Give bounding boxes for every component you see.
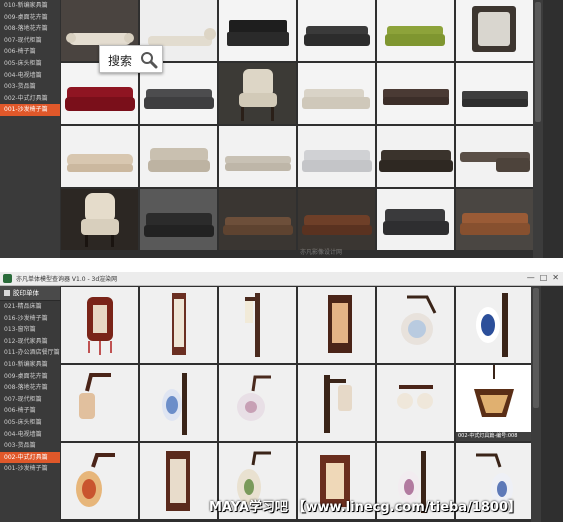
- thumbnail-lamp[interactable]: [456, 287, 533, 363]
- thumbnail-sofa[interactable]: [298, 0, 375, 61]
- sidebar-item-009[interactable]: 009-桌面花卉篇: [0, 12, 60, 24]
- thumbnail-sofa[interactable]: [456, 189, 533, 250]
- category-list: 021-精品床篇 016-沙发椅子篇 013-窗帘篇 012-现代家具篇 011…: [0, 301, 60, 475]
- thumbnail-sofa[interactable]: [456, 0, 533, 61]
- thumbnail-lamp[interactable]: [61, 287, 138, 363]
- window-title: 亦凡单体模型查询器 V1.0 - 3d渲染网: [16, 276, 118, 283]
- thumbnail-lamp[interactable]: [61, 365, 138, 441]
- sidebar-item-003[interactable]: 003-货品篇: [0, 440, 60, 452]
- thumbnail-sofa[interactable]: [456, 63, 533, 124]
- window-controls: — □ ✕: [527, 273, 559, 282]
- sidebar-header: 胶印单体: [0, 286, 60, 301]
- vertical-scrollbar[interactable]: [533, 0, 543, 258]
- sidebar-item-008[interactable]: 008-落地花卉篇: [0, 23, 60, 35]
- thumbnail-sofa[interactable]: [219, 0, 296, 61]
- watermark-brand: MAYA学习吧: [209, 500, 288, 515]
- scrollbar-thumb[interactable]: [535, 2, 541, 122]
- sidebar-item-001[interactable]: 001-沙发椅子篇: [0, 104, 60, 116]
- thumbnail-sofa[interactable]: [219, 189, 296, 250]
- sidebar-item-003[interactable]: 003-货品篇: [0, 81, 60, 93]
- thumbnail-lamp[interactable]: [140, 287, 217, 363]
- thumbnail-lamp[interactable]: [377, 365, 454, 441]
- sidebar-item-012[interactable]: 012-现代家具篇: [0, 336, 60, 348]
- thumbnail-sofa[interactable]: [456, 126, 533, 187]
- category-sidebar: 010-新编家具篇 009-桌面花卉篇 008-落地花卉篇 007-现代柜篇 0…: [0, 0, 60, 258]
- thumbnail-lamp[interactable]: [219, 287, 296, 363]
- thumbnail-lamp[interactable]: [298, 287, 375, 363]
- thumbnail-lamp[interactable]: [377, 287, 454, 363]
- minimize-button[interactable]: —: [527, 273, 535, 282]
- search-button[interactable]: 搜索: [99, 45, 163, 73]
- sidebar-item-010[interactable]: 010-新编家具篇: [0, 0, 60, 12]
- image-watermark: 亦凡影像设计网: [300, 249, 343, 256]
- scrollbar-thumb[interactable]: [533, 288, 539, 408]
- selected-item-caption: 002-中式灯具篇-编号:008: [456, 432, 533, 441]
- vertical-scrollbar[interactable]: [531, 286, 541, 522]
- sidebar-item-001[interactable]: 001-沙发椅子篇: [0, 463, 60, 475]
- sidebar-item-009[interactable]: 009-桌面花卉篇: [0, 371, 60, 383]
- sidebar-item-008[interactable]: 008-落地花卉篇: [0, 382, 60, 394]
- window-titlebar: 亦凡单体模型查询器 V1.0 - 3d渲染网 — □ ✕: [0, 272, 563, 286]
- category-sidebar: 胶印单体 021-精品床篇 016-沙发椅子篇 013-窗帘篇 012-现代家具…: [0, 286, 60, 522]
- top-screenshot-panel: 010-新编家具篇 009-桌面花卉篇 008-落地花卉篇 007-现代柜篇 0…: [0, 0, 563, 258]
- sidebar-item-006[interactable]: 006-椅子篇: [0, 46, 60, 58]
- sidebar-item-004[interactable]: 004-电视墙篇: [0, 429, 60, 441]
- thumbnail-sofa[interactable]: [140, 126, 217, 187]
- thumbnail-sofa[interactable]: [377, 0, 454, 61]
- thumbnail-sofa[interactable]: [140, 189, 217, 250]
- sidebar-item-021[interactable]: 021-精品床篇: [0, 301, 60, 313]
- search-label: 搜索: [108, 54, 133, 68]
- thumbnail-sofa[interactable]: [61, 126, 138, 187]
- thumbnail-sofa[interactable]: [298, 189, 375, 250]
- folder-icon: [4, 290, 10, 296]
- footer-watermark: MAYA学习吧 【www.linecg.com/tieba/1800】: [209, 496, 521, 515]
- sidebar-item-005[interactable]: 005-床头柜篇: [0, 58, 60, 70]
- close-button[interactable]: ✕: [552, 273, 559, 282]
- sofa-thumbnail-grid: [61, 0, 533, 250]
- thumbnail-sofa[interactable]: [298, 63, 375, 124]
- thumbnail-lamp[interactable]: [140, 443, 217, 519]
- thumbnail-sofa[interactable]: [377, 189, 454, 250]
- thumbnail-lamp[interactable]: [61, 443, 138, 519]
- sidebar-item-010[interactable]: 010-新编家具篇: [0, 359, 60, 371]
- app-icon: [3, 274, 12, 283]
- thumbnail-lamp[interactable]: [140, 365, 217, 441]
- thumbnail-lamp-selected[interactable]: 002-中式灯具篇-编号:008: [456, 365, 533, 441]
- watermark-url: 【www.linecg.com/tieba/1800】: [292, 500, 522, 515]
- thumbnail-sofa[interactable]: [219, 126, 296, 187]
- thumbnail-lamp[interactable]: [219, 365, 296, 441]
- thumbnail-sofa[interactable]: [377, 126, 454, 187]
- category-list: 010-新编家具篇 009-桌面花卉篇 008-落地花卉篇 007-现代柜篇 0…: [0, 0, 60, 116]
- sidebar-item-011[interactable]: 011-办公酒店餐厅篇: [0, 347, 60, 359]
- thumbnail-sofa[interactable]: [298, 126, 375, 187]
- sidebar-item-007[interactable]: 007-现代柜篇: [0, 394, 60, 406]
- thumbnail-lamp[interactable]: [298, 365, 375, 441]
- thumbnail-sofa[interactable]: [61, 189, 138, 250]
- sidebar-item-016[interactable]: 016-沙发椅子篇: [0, 313, 60, 325]
- sidebar-item-005[interactable]: 005-床头柜篇: [0, 417, 60, 429]
- thumbnail-sofa[interactable]: [377, 63, 454, 124]
- sidebar-item-006[interactable]: 006-椅子篇: [0, 405, 60, 417]
- thumbnail-sofa[interactable]: [219, 63, 296, 124]
- maximize-button[interactable]: □: [540, 273, 548, 282]
- magnifier-icon: [140, 51, 158, 69]
- sidebar-header-label: 胶印单体: [13, 289, 39, 297]
- sidebar-item-004[interactable]: 004-电视墙篇: [0, 70, 60, 82]
- sidebar-item-013[interactable]: 013-窗帘篇: [0, 324, 60, 336]
- bottom-screenshot-panel: 亦凡单体模型查询器 V1.0 - 3d渲染网 — □ ✕ 胶印单体 021-精品…: [0, 272, 563, 522]
- sidebar-item-002[interactable]: 002-中式灯具篇: [0, 93, 60, 105]
- sidebar-item-002[interactable]: 002-中式灯具篇: [0, 451, 60, 464]
- sidebar-item-007[interactable]: 007-现代柜篇: [0, 35, 60, 47]
- lamp-thumbnail-grid: 002-中式灯具篇-编号:008: [61, 287, 533, 519]
